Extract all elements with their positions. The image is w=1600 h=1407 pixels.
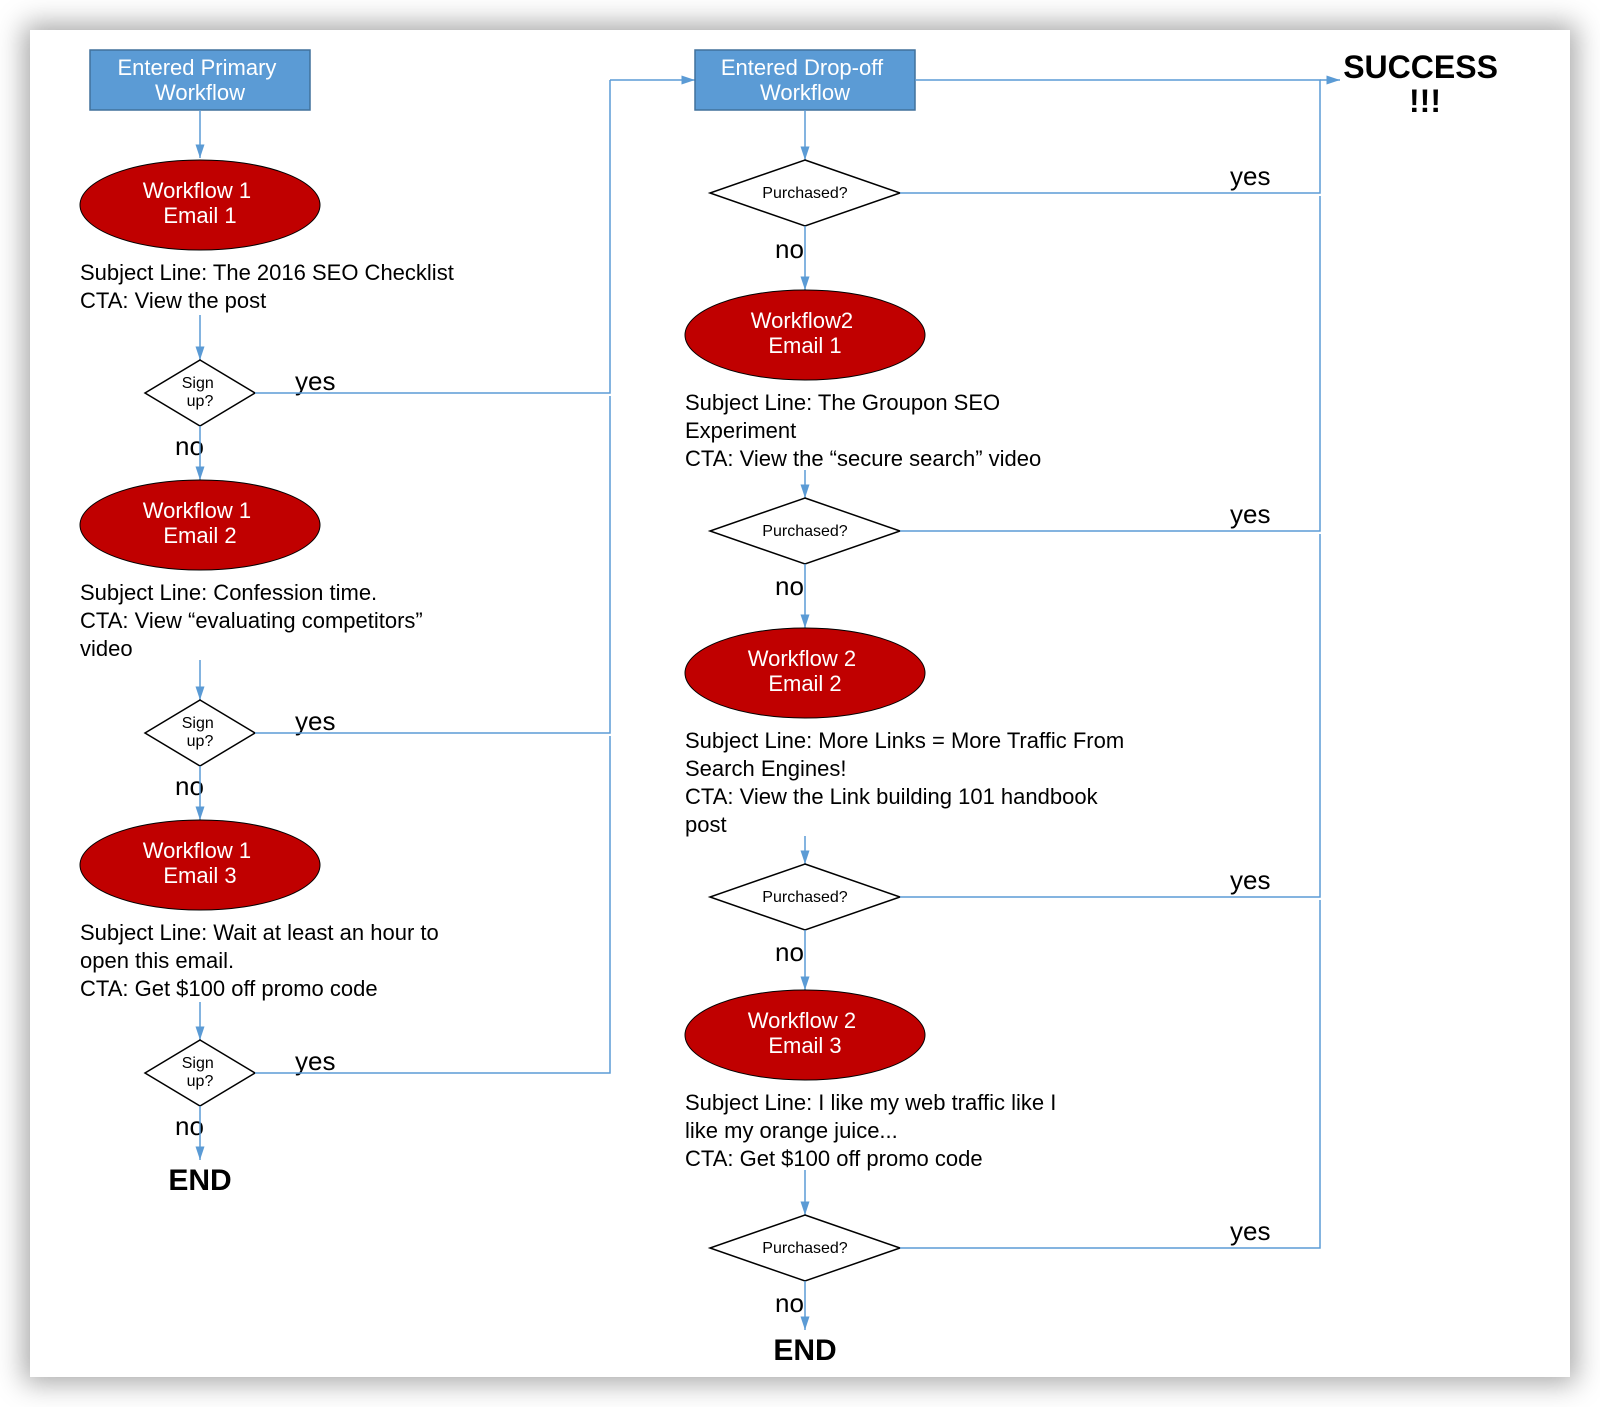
end-left: END [168, 1164, 231, 1197]
svg-text:Sign up?: Sign up? [182, 375, 218, 410]
wf2-email1-desc: Subject Line: The Groupon SEO Experiment… [685, 390, 1041, 471]
no-label: no [775, 234, 804, 264]
svg-text:Purchased?: Purchased? [762, 523, 847, 540]
wf1-email1-desc: Subject Line: The 2016 SEO Checklist CTA… [80, 260, 460, 313]
wf1-decision1: Sign up? [145, 360, 255, 426]
wf2-decision4: Purchased? [710, 1215, 900, 1281]
yes-label: yes [295, 1046, 335, 1076]
end-right: END [773, 1334, 836, 1367]
wf2-email2-desc: Subject Line: More Links = More Traffic … [685, 728, 1130, 837]
svg-text:Sign up?: Sign up? [182, 715, 218, 750]
wf2-decision1: Purchased? [710, 160, 900, 226]
wf1-email3-node: Workflow 1 Email 3 [80, 820, 320, 910]
yes-label: yes [1230, 499, 1270, 529]
yes-label: yes [1230, 161, 1270, 191]
wf1-decision3: Sign up? [145, 1040, 255, 1106]
svg-text:Purchased?: Purchased? [762, 1240, 847, 1257]
no-label: no [775, 1288, 804, 1318]
wf1-email2-desc: Subject Line: Confession time. CTA: View… [80, 580, 429, 661]
wf2-email3-node: Workflow 2 Email 3 [685, 990, 925, 1080]
wf1-email2-node: Workflow 1 Email 2 [80, 480, 320, 570]
yes-label: yes [1230, 1216, 1270, 1246]
wf1-email3-desc: Subject Line: Wait at least an hour to o… [80, 920, 445, 1001]
wf1-email1-node: Workflow 1 Email 1 [80, 160, 320, 250]
wf2-decision2: Purchased? [710, 498, 900, 564]
wf2-email1-node: Workflow2 Email 1 [685, 290, 925, 380]
svg-text:Purchased?: Purchased? [762, 185, 847, 202]
wf2-email2-node: Workflow 2 Email 2 [685, 628, 925, 718]
primary-header-box: Entered Primary Workflow [90, 50, 310, 110]
success-label: SUCCESS !!! [1343, 49, 1507, 119]
svg-text:Purchased?: Purchased? [762, 889, 847, 906]
wf2-decision3: Purchased? [710, 864, 900, 930]
yes-label: yes [295, 366, 335, 396]
dropoff-header-box: Entered Drop-off Workflow [695, 50, 915, 110]
no-label: no [775, 571, 804, 601]
no-label: no [775, 937, 804, 967]
yes-label: yes [295, 706, 335, 736]
svg-text:Sign up?: Sign up? [182, 1055, 218, 1090]
wf2-email3-desc: Subject Line: I like my web traffic like… [685, 1090, 1062, 1171]
flowchart-canvas: Entered Primary Workflow Workflow 1 Emai… [30, 30, 1570, 1377]
wf1-decision2: Sign up? [145, 700, 255, 766]
yes-label: yes [1230, 865, 1270, 895]
